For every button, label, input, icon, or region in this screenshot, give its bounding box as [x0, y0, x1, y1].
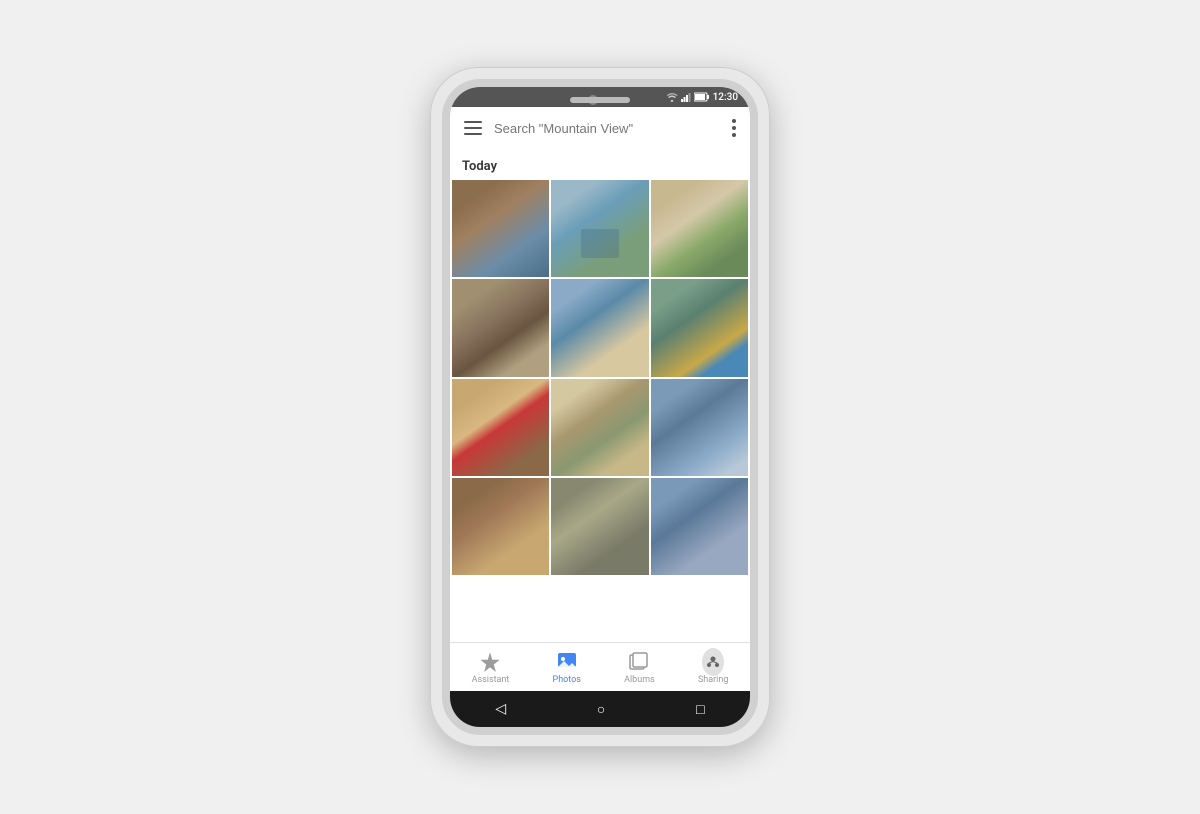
photo-cell[interactable]	[452, 279, 549, 376]
home-button[interactable]: ○	[585, 697, 617, 722]
signal-icon	[681, 92, 691, 102]
earpiece	[570, 97, 630, 103]
bottom-nav: Assistant Photos	[450, 642, 750, 691]
photos-icon	[556, 651, 578, 673]
nav-label-sharing: Sharing	[698, 675, 728, 685]
phone-screen: 12:30	[450, 87, 750, 727]
nav-label-albums: Albums	[624, 675, 655, 685]
phone-inner: 12:30	[442, 79, 758, 735]
photo-grid	[450, 180, 750, 575]
status-time: 12:30	[713, 92, 738, 103]
photo-cell[interactable]	[452, 478, 549, 575]
photo-cell[interactable]	[551, 180, 648, 277]
photo-cell[interactable]	[651, 478, 748, 575]
android-nav-bar: ◁ ○ □	[450, 691, 750, 727]
search-input[interactable]	[494, 121, 720, 136]
back-button[interactable]: ◁	[483, 697, 518, 721]
sharing-icon	[702, 651, 724, 673]
nav-label-assistant: Assistant	[472, 675, 510, 685]
photo-cell[interactable]	[452, 379, 549, 476]
nav-label-photos: Photos	[553, 675, 581, 685]
photo-cell[interactable]	[551, 478, 648, 575]
status-icons: 12:30	[666, 92, 738, 103]
albums-icon	[628, 651, 650, 673]
photo-cell[interactable]	[651, 379, 748, 476]
recents-button[interactable]: □	[684, 697, 716, 722]
search-bar	[450, 107, 750, 149]
nav-item-assistant[interactable]: Assistant	[464, 649, 518, 687]
nav-item-albums[interactable]: Albums	[616, 649, 663, 687]
photo-cell[interactable]	[651, 180, 748, 277]
photo-cell[interactable]	[452, 180, 549, 277]
battery-icon	[694, 92, 710, 102]
menu-icon[interactable]	[460, 117, 486, 139]
assistant-icon	[479, 651, 501, 673]
photo-cell[interactable]	[551, 279, 648, 376]
section-label-today: Today	[450, 149, 750, 180]
wifi-icon	[666, 92, 678, 102]
more-icon[interactable]	[728, 115, 740, 141]
photo-cell[interactable]	[551, 379, 648, 476]
phone-device: 12:30	[430, 67, 770, 747]
nav-item-photos[interactable]: Photos	[545, 649, 589, 687]
photo-area: Today	[450, 149, 750, 642]
nav-item-sharing[interactable]: Sharing	[690, 649, 736, 687]
photo-cell[interactable]	[651, 279, 748, 376]
